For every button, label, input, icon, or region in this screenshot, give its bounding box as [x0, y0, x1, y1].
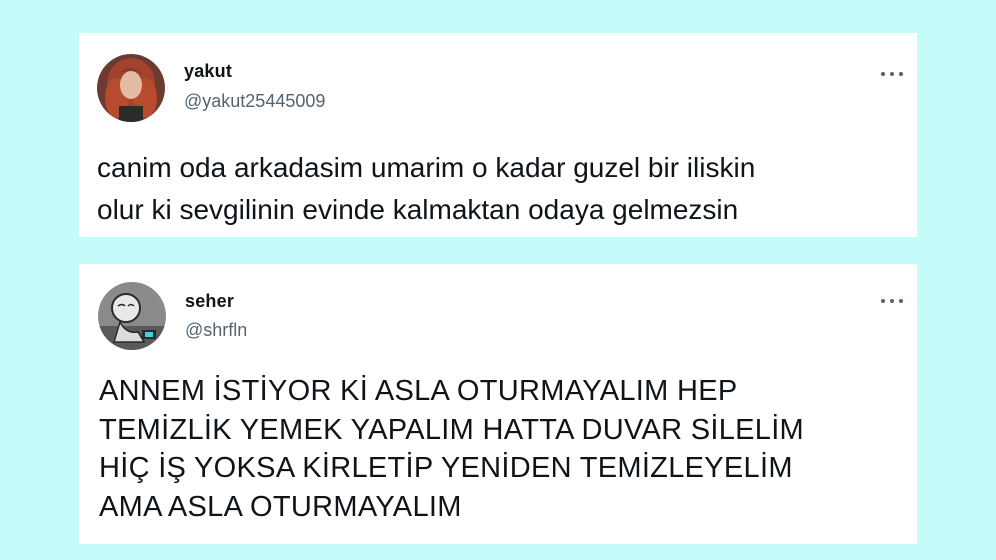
display-name[interactable]: yakut: [184, 61, 232, 82]
tweet-text-line: ANNEM İSTİYOR Kİ ASLA OTURMAYALIM HEP: [99, 375, 738, 407]
tweet-text-line: olur ki sevgilinin evinde kalmaktan oday…: [97, 194, 739, 225]
tweet-text: ANNEM İSTİYOR Kİ ASLA OTURMAYALIM HEP TE…: [99, 372, 804, 526]
tweet-text: canim oda arkadasim umarim o kadar guzel…: [97, 147, 755, 231]
avatar-photo: [97, 54, 165, 122]
display-name[interactable]: seher: [185, 291, 234, 312]
user-handle[interactable]: @yakut25445009: [184, 91, 325, 112]
avatar[interactable]: [97, 54, 165, 122]
avatar[interactable]: [98, 282, 166, 350]
more-horizontal-icon[interactable]: [881, 296, 903, 306]
tweet-card[interactable]: seher @shrfln ANNEM İSTİYOR Kİ ASLA OTUR…: [79, 264, 917, 544]
more-horizontal-icon[interactable]: [881, 69, 903, 79]
tweet-text-line: AMA ASLA OTURMAYALIM: [99, 490, 462, 523]
user-handle[interactable]: @shrfln: [185, 320, 247, 341]
tweet-text-line: TEMİZLİK YEMEK YAPALIM HATTA DUVAR SİLEL…: [99, 413, 805, 446]
tweet-card[interactable]: yakut @yakut25445009 canim oda arkadasim…: [79, 33, 917, 237]
tweet-text-line: HİÇ İŞ YOKSA KİRLETİP YENİDEN TEMİZLEYEL…: [99, 452, 793, 484]
tweet-text-line: canim oda arkadasim umarim o kadar guzel…: [97, 152, 756, 183]
avatar-illustration: [98, 282, 166, 350]
